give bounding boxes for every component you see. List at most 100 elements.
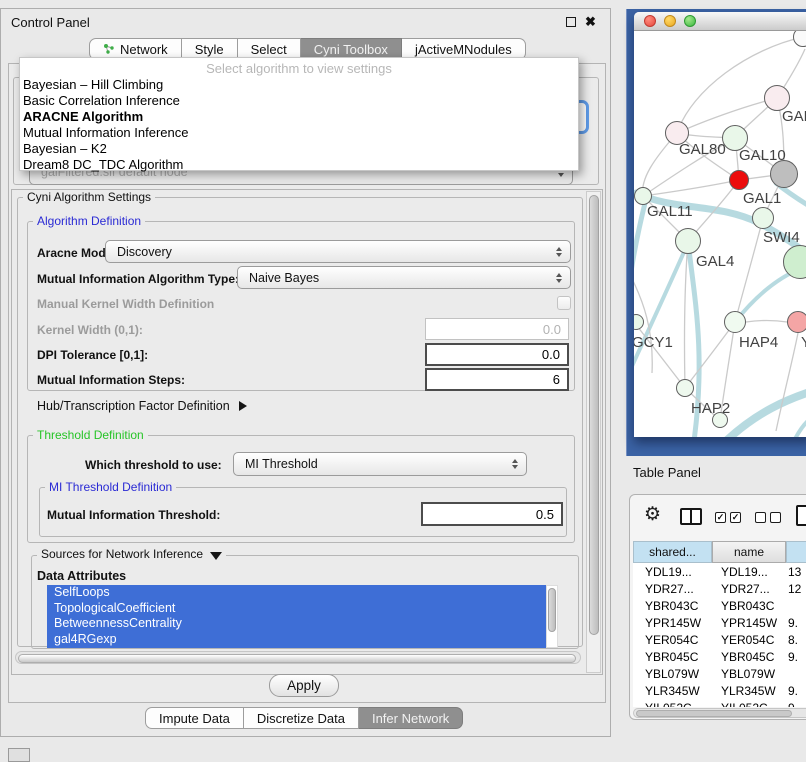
table-row[interactable]: YBR043CYBR043C — [633, 597, 806, 614]
hub-definition-label: Hub/Transcription Factor Definition — [37, 399, 230, 413]
node-label-gal1: GAL1 — [743, 190, 781, 207]
settings-vertical-scrollbar[interactable] — [586, 191, 601, 673]
table-cell-2: YDL19... — [709, 565, 783, 579]
split-columns-icon[interactable] — [680, 508, 702, 525]
table-header-shared[interactable]: shared... — [633, 541, 712, 563]
algorithm-option[interactable]: Basic Correlation Inference — [23, 93, 180, 109]
minimize-traffic-light-icon[interactable] — [664, 15, 676, 27]
table-row[interactable]: YDL19...YDL19...13 — [633, 563, 806, 580]
bottom-tabbar: Impute Data Discretize Data Infer Network — [145, 707, 463, 729]
aracne-mode-combo[interactable]: Discovery — [105, 240, 571, 263]
table-horizontal-scrollbar-thumb[interactable] — [636, 710, 792, 717]
document-icon[interactable] — [796, 505, 806, 526]
hub-definition-toggle[interactable]: Hub/Transcription Factor Definition — [37, 399, 247, 413]
algorithm-option[interactable]: ARACNE Algorithm — [23, 109, 143, 125]
bottom-tab-infer-network[interactable]: Infer Network — [359, 707, 463, 729]
manual-kernel-width-label: Manual Kernel Width Definition — [37, 297, 214, 311]
node-hap4[interactable] — [724, 311, 746, 333]
aracne-mode-value: Discovery — [117, 245, 172, 259]
mi-threshold-definition-title: MI Threshold Definition — [45, 481, 176, 494]
float-window-icon[interactable] — [566, 17, 576, 27]
gear-icon[interactable]: ⚙ — [644, 503, 661, 526]
node-gal1[interactable] — [752, 207, 774, 229]
expand-right-icon[interactable] — [239, 401, 247, 411]
table-cell-2: YBR045C — [709, 650, 783, 664]
table-row[interactable]: YIL052CYIL052C9. — [633, 699, 806, 707]
node-red[interactable] — [729, 170, 749, 190]
node-label-hap4: HAP4 — [739, 334, 778, 351]
mi-algorithm-type-combo[interactable]: Naive Bayes — [237, 266, 571, 289]
table-header-name[interactable]: name — [712, 541, 786, 563]
manual-kernel-width-checkbox[interactable] — [557, 296, 571, 310]
settings-horizontal-scrollbar[interactable] — [15, 651, 581, 664]
unchecked-box-icon[interactable] — [770, 512, 781, 523]
algorithm-option[interactable]: Bayesian – K2 — [23, 141, 107, 157]
table-row[interactable]: YLR345WYLR345W9. — [633, 682, 806, 699]
zoom-traffic-light-icon[interactable] — [684, 15, 696, 27]
table-horizontal-scrollbar[interactable] — [633, 708, 806, 718]
unchecked-box-icon[interactable] — [755, 512, 766, 523]
node-gray[interactable] — [770, 160, 798, 188]
mi-algorithm-type-value: Naive Bayes — [249, 271, 319, 285]
table-row[interactable]: YDR27...YDR27...12 — [633, 580, 806, 597]
dpi-tolerance-label: DPI Tolerance [0,1]: — [37, 348, 148, 362]
network-canvas[interactable]: GALGAL80GAL10GAL1SWI4GAL4GAL11GCY1HAP4YH… — [634, 31, 806, 437]
node-label-gal80: GAL80 — [679, 141, 726, 158]
bottom-tab-discretize-data[interactable]: Discretize Data — [244, 707, 359, 729]
attributes-vertical-scrollbar[interactable] — [546, 585, 558, 648]
close-traffic-light-icon[interactable] — [644, 15, 656, 27]
table-row[interactable]: YER054CYER054C8. — [633, 631, 806, 648]
bottom-tab-label: Discretize Data — [257, 711, 345, 726]
table-row[interactable]: YBL079WYBL079W — [633, 665, 806, 682]
collapse-down-icon[interactable] — [210, 552, 222, 560]
attribute-item[interactable]: BetweennessCentrality — [47, 616, 546, 632]
table-header-extra[interactable] — [786, 541, 806, 563]
sources-group-title[interactable]: Sources for Network Inference — [37, 548, 226, 561]
kernel-width-label: Kernel Width (0,1): — [37, 323, 143, 337]
bottom-tab-impute-data[interactable]: Impute Data — [145, 707, 244, 729]
algorithm-definition-title: Algorithm Definition — [33, 215, 145, 228]
data-attributes-list[interactable]: SelfLoopsTopologicalCoefficientBetweenne… — [47, 585, 546, 648]
kernel-width-field[interactable]: 0.0 — [425, 318, 569, 340]
attribute-item[interactable]: gal4RGexp — [47, 632, 546, 648]
algorithm-option[interactable]: Bayesian – Hill Climbing — [23, 77, 163, 93]
attributes-vertical-scrollbar-thumb[interactable] — [548, 588, 556, 632]
table-cell-2: YLR345W — [709, 684, 783, 698]
node-gal4[interactable] — [675, 228, 701, 254]
bottom-tab-label: Infer Network — [372, 711, 449, 726]
checked-box-icon[interactable]: ✓ — [715, 512, 726, 523]
close-icon[interactable]: ✖ — [585, 15, 596, 28]
settings-vertical-scrollbar-thumb[interactable] — [589, 195, 599, 635]
table-cell-1: YER054C — [633, 633, 709, 647]
table-rows[interactable]: YDL19...YDL19...13YDR27...YDR27...12YBR0… — [633, 563, 806, 707]
table-cell-1: YDL19... — [633, 565, 709, 579]
table-cell-1: YPR145W — [633, 616, 709, 630]
apply-button[interactable]: Apply — [269, 674, 339, 697]
algorithm-option[interactable]: Dream8 DC_TDC Algorithm — [23, 157, 183, 173]
settings-horizontal-scrollbar-thumb[interactable] — [18, 654, 576, 663]
combo-spinner-icon — [556, 273, 562, 283]
dpi-tolerance-field[interactable]: 0.0 — [425, 343, 569, 366]
table-cell-3: 9. — [783, 616, 806, 630]
combo-spinner-icon — [512, 459, 518, 469]
network-window-titlebar[interactable] — [634, 12, 806, 31]
table-cell-3: 9. — [783, 650, 806, 664]
threshold-definition-title: Threshold Definition — [33, 429, 148, 442]
attribute-item[interactable]: TopologicalCoefficient — [47, 601, 546, 617]
mi-threshold-field[interactable]: 0.5 — [421, 502, 563, 526]
table-cell-2: YBL079W — [709, 667, 783, 681]
table-row[interactable]: YPR145WYPR145W9. — [633, 614, 806, 631]
tab-label: Select — [251, 42, 287, 57]
node-hap2[interactable] — [676, 379, 694, 397]
tab-label: Style — [195, 42, 224, 57]
algorithm-option[interactable]: Mutual Information Inference — [23, 125, 188, 141]
table-row[interactable]: YBR045CYBR045C9. — [633, 648, 806, 665]
split-columns-divider — [690, 510, 692, 523]
attribute-item[interactable]: SelfLoops — [47, 585, 546, 601]
checked-box-icon[interactable]: ✓ — [730, 512, 741, 523]
panel-grip-icon[interactable] — [8, 748, 30, 762]
mi-steps-field[interactable]: 6 — [425, 368, 569, 391]
which-threshold-combo[interactable]: MI Threshold — [233, 452, 527, 476]
node-salmon[interactable] — [787, 311, 806, 333]
table-cell-2: YPR145W — [709, 616, 783, 630]
